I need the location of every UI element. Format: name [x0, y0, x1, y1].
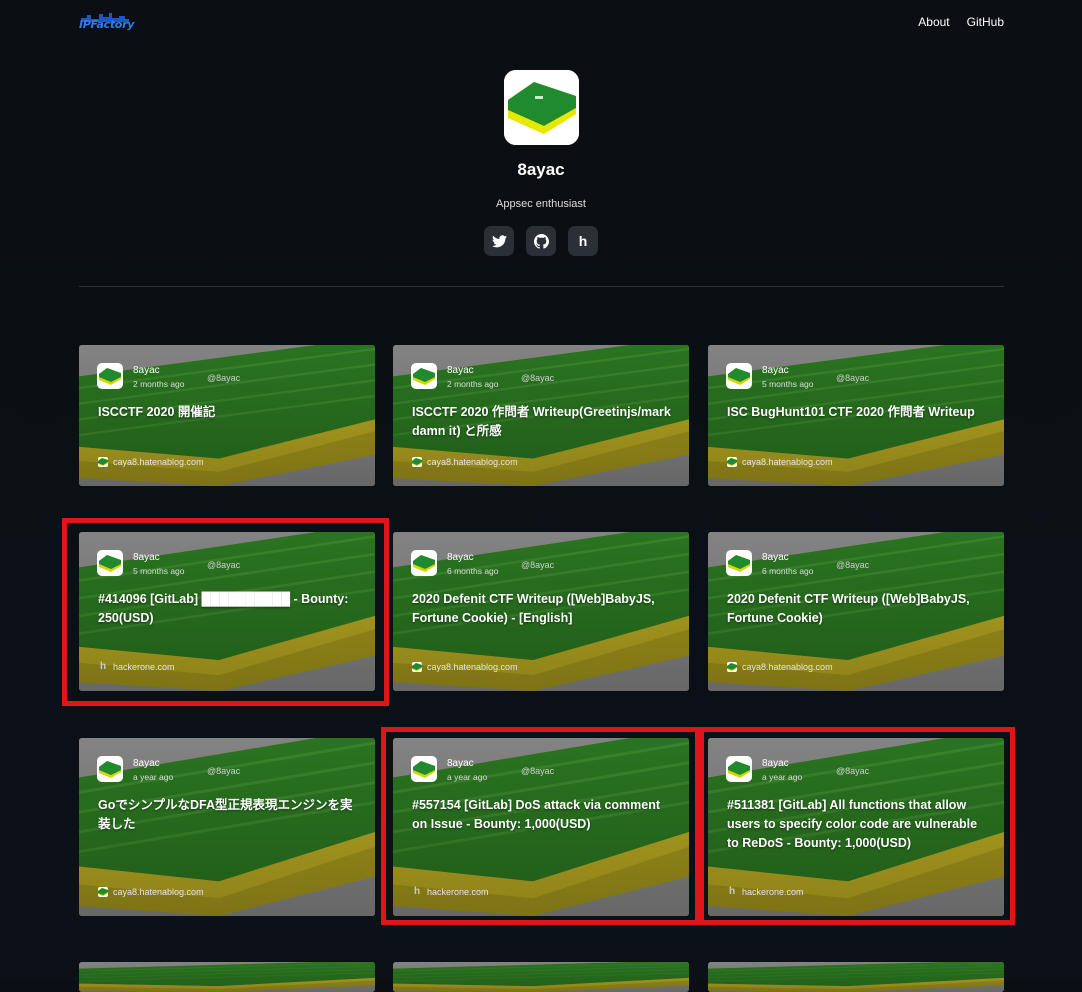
article-card[interactable]: 8ayac 6 months ago @8ayac 2020 Defenit CTF …: [708, 532, 1004, 691]
twitter-link[interactable]: [484, 226, 514, 256]
author-name[interactable]: 8ayac: [133, 758, 160, 769]
article-source: caya8.hatenablog.com: [727, 457, 833, 467]
article-card[interactable]: [79, 962, 375, 992]
sponge-avatar-icon: [728, 368, 750, 385]
article-source: caya8.hatenablog.com: [727, 662, 833, 672]
hatena-favicon-icon: [727, 662, 737, 672]
post-time: 5 months ago: [762, 379, 814, 389]
hatena-favicon-icon: [412, 457, 422, 467]
article-card[interactable]: 8ayac 2 months ago @8ayac ISCCTF 2020 作問者 W…: [393, 345, 689, 486]
nav-about-link[interactable]: About: [918, 15, 949, 29]
author-handle: @8ayac: [521, 373, 555, 383]
article-card[interactable]: 8ayac a year ago @8ayac GoでシンプルなDFA型正規表現エンジ…: [79, 738, 375, 916]
article-source: caya8.hatenablog.com: [98, 457, 204, 467]
site-logo[interactable]: IPFactory: [79, 12, 135, 34]
article-title[interactable]: 2020 Defenit CTF Writeup ([Web]BabyJS, F…: [727, 590, 989, 628]
hatena-favicon-icon: [727, 457, 737, 467]
article-title[interactable]: ISCCTF 2020 作問者 Writeup(Greetinjs/mark d…: [412, 403, 674, 441]
highlight-box: [62, 518, 389, 706]
sponge-avatar-icon: [413, 555, 435, 572]
author-avatar[interactable]: [97, 756, 123, 782]
author-name[interactable]: 8ayac: [762, 365, 789, 376]
sponge-avatar-icon: [99, 368, 121, 385]
post-time: 2 months ago: [447, 379, 499, 389]
hatena-favicon-icon: [98, 887, 108, 897]
hatena-favicon-icon: [98, 457, 108, 467]
author-avatar[interactable]: [726, 550, 752, 576]
author-avatar[interactable]: [726, 363, 752, 389]
article-title[interactable]: 2020 Defenit CTF Writeup ([Web]BabyJS, F…: [412, 590, 674, 628]
top-nav: About GitHub: [918, 15, 1004, 29]
article-card[interactable]: 8ayac 6 months ago @8ayac 2020 Defenit CTF …: [393, 532, 689, 691]
profile-name: 8ayac: [517, 160, 565, 179]
post-time: a year ago: [133, 772, 174, 782]
nav-github-link[interactable]: GitHub: [967, 15, 1004, 29]
author-handle: @8ayac: [207, 373, 241, 383]
highlight-box: [381, 727, 700, 925]
sponge-avatar-icon: [503, 70, 579, 145]
article-source: caya8.hatenablog.com: [412, 662, 518, 672]
article-source: caya8.hatenablog.com: [412, 457, 518, 467]
source-domain: caya8.hatenablog.com: [427, 662, 518, 672]
hackerone-link[interactable]: h: [568, 226, 598, 256]
source-domain: caya8.hatenablog.com: [427, 457, 518, 467]
author-handle: @8ayac: [207, 766, 241, 776]
article-title[interactable]: ISC BugHunt101 CTF 2020 作問者 Writeup: [727, 403, 989, 422]
post-time: 6 months ago: [762, 566, 814, 576]
author-handle: @8ayac: [836, 560, 870, 570]
twitter-icon: [491, 234, 507, 247]
article-card[interactable]: [393, 962, 689, 992]
sponge-avatar-icon: [413, 368, 435, 385]
article-card[interactable]: 8ayac 5 months ago @8ayac ISC BugHunt101 CT…: [708, 345, 1004, 486]
source-domain: caya8.hatenablog.com: [742, 457, 833, 467]
profile-section: 8ayac Appsec enthusiast h: [0, 70, 1082, 256]
github-icon: [533, 233, 549, 249]
hatena-favicon-icon: [412, 662, 422, 672]
author-name[interactable]: 8ayac: [762, 552, 789, 563]
article-card[interactable]: [708, 962, 1004, 992]
post-time: 2 months ago: [133, 379, 185, 389]
avatar: [503, 70, 579, 145]
article-title[interactable]: GoでシンプルなDFA型正規表現エンジンを実装した: [98, 796, 360, 834]
article-card[interactable]: 8ayac 2 months ago @8ayac ISCCTF 2020 開催記 ca…: [79, 345, 375, 486]
post-time: 6 months ago: [447, 566, 499, 576]
author-avatar[interactable]: [411, 550, 437, 576]
article-source: caya8.hatenablog.com: [98, 887, 204, 897]
article-title[interactable]: ISCCTF 2020 開催記: [98, 403, 360, 422]
source-domain: caya8.hatenablog.com: [113, 887, 204, 897]
highlight-box: [699, 727, 1015, 925]
sponge-avatar-icon: [728, 555, 750, 572]
github-link[interactable]: [526, 226, 556, 256]
source-domain: caya8.hatenablog.com: [742, 662, 833, 672]
profile-bio: Appsec enthusiast: [496, 198, 586, 210]
logo-text: IPFactory: [79, 18, 135, 31]
author-handle: @8ayac: [521, 560, 555, 570]
section-divider: [79, 286, 1004, 287]
author-avatar[interactable]: [97, 363, 123, 389]
author-avatar[interactable]: [411, 363, 437, 389]
sponge-avatar-icon: [99, 761, 121, 778]
author-name[interactable]: 8ayac: [447, 552, 474, 563]
source-domain: caya8.hatenablog.com: [113, 457, 204, 467]
author-name[interactable]: 8ayac: [447, 365, 474, 376]
author-name[interactable]: 8ayac: [133, 365, 160, 376]
social-links: h: [0, 226, 1082, 256]
hackerone-icon: h: [578, 233, 588, 249]
author-handle: @8ayac: [836, 373, 870, 383]
